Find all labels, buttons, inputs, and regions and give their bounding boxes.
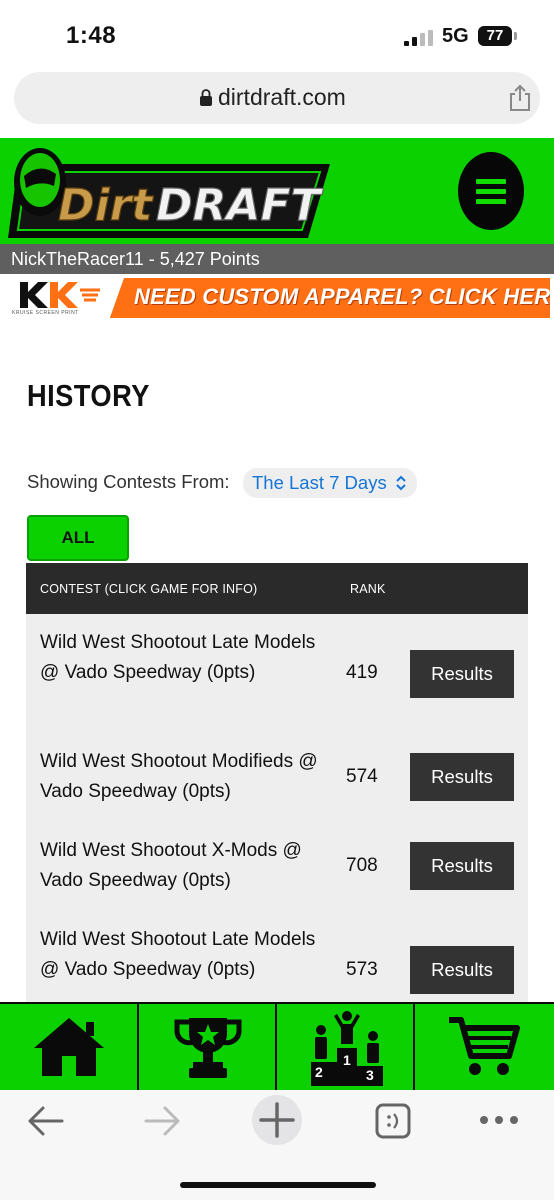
address-bar[interactable]: dirtdraft.com [14,72,540,124]
nav-home[interactable] [0,1004,137,1090]
chevron-updown-icon [396,475,406,491]
table-header: CONTEST (CLICK GAME FOR INFO) RANK [26,563,528,614]
bottom-nav: 2 1 3 [0,1002,554,1090]
status-time: 1:48 [66,22,117,49]
home-indicator [180,1182,376,1188]
contest-rank: 419 [346,662,378,683]
hamburger-icon [476,179,506,184]
battery-icon: 77 [478,26,512,46]
logo-text-draft: DRAFT [156,180,324,231]
battery-cap [514,32,517,40]
forward-arrow-icon[interactable] [142,1104,182,1138]
more-options-icon[interactable] [478,1114,520,1126]
header-contest: CONTEST (CLICK GAME FOR INFO) [40,582,258,596]
trophy-icon [174,1018,242,1078]
hamburger-line [476,189,506,194]
results-button[interactable]: Results [410,946,514,994]
podium-first: 1 [343,1052,351,1068]
share-icon[interactable] [508,84,532,112]
results-button[interactable]: Results [410,650,514,698]
network-type: 5G [442,25,469,47]
contest-name-link[interactable]: Wild West Shootout X-Mods @ Vado Speedwa… [40,836,332,896]
nav-leaderboard[interactable]: 2 1 3 [277,1004,413,1090]
date-range-value: The Last 7 Days [252,472,387,493]
menu-button[interactable] [458,152,524,230]
header-rank: RANK [350,582,386,596]
results-button[interactable]: Results [410,842,514,890]
date-range-select[interactable]: The Last 7 Days [243,468,417,498]
site-header: Dirt DRAFT [0,138,554,244]
all-filter-button[interactable]: ALL [27,515,129,561]
url-text: dirtdraft.com [218,84,346,110]
results-button[interactable]: Results [410,753,514,801]
tabs-icon[interactable] [374,1102,412,1140]
hamburger-line [476,199,506,204]
back-arrow-icon[interactable] [26,1104,66,1138]
home-icon [34,1018,104,1076]
lock-icon [200,89,212,106]
filter-label: Showing Contests From: [27,471,230,492]
podium-second: 2 [315,1064,323,1080]
apparel-banner[interactable]: KRUISE SCREEN PRINT NEED CUSTOM APPAREL?… [6,278,550,318]
status-bar: 1:48 5G 77 [0,0,554,68]
page-title: HISTORY [27,378,150,413]
kruise-logo-icon [20,282,100,308]
podium-third: 3 [366,1067,374,1083]
contest-name-link[interactable]: Wild West Shootout Modifieds @ Vado Spee… [40,747,332,807]
contest-name-link[interactable]: Wild West Shootout Late Models @ Vado Sp… [40,628,332,688]
nav-contests[interactable] [139,1004,275,1090]
cart-icon [449,1017,520,1075]
banner-text: NEED CUSTOM APPAREL? CLICK HERE! [134,284,550,309]
cellular-signal-icon [404,30,433,46]
banner-brand-caption: KRUISE SCREEN PRINT [12,310,79,316]
contest-rank: 573 [346,959,378,980]
contest-rank: 574 [346,766,378,787]
dirtdraft-logo[interactable]: Dirt DRAFT [8,146,338,238]
new-tab-plus-icon[interactable] [251,1094,303,1146]
logo-text-dirt: Dirt [58,180,154,231]
history-table: CONTEST (CLICK GAME FOR INFO) RANK Wild … [26,563,528,1005]
contest-rank: 708 [346,855,378,876]
nav-cart[interactable] [415,1004,554,1090]
contest-name-link[interactable]: Wild West Shootout Late Models @ Vado Sp… [40,925,332,985]
banner-brand-panel: KRUISE SCREEN PRINT [6,278,124,318]
user-points-bar: NickTheRacer11 - 5,427 Points [0,244,554,274]
